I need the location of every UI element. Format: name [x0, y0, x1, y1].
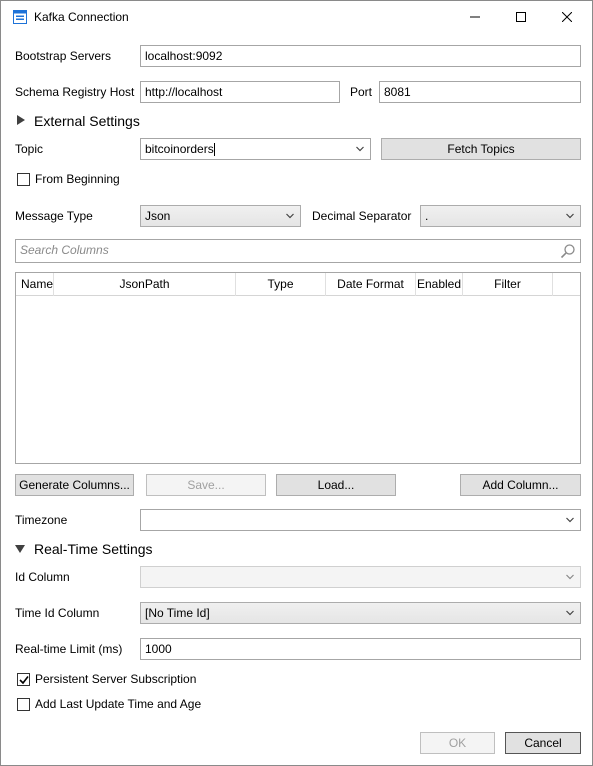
column-header-enabled[interactable]: Enabled: [416, 273, 463, 296]
column-header-jsonpath[interactable]: JsonPath: [54, 273, 236, 296]
chevron-down-icon[interactable]: [356, 146, 364, 152]
title-bar[interactable]: Kafka Connection: [1, 1, 592, 33]
time-id-column-value: [No Time Id]: [145, 606, 210, 620]
decimal-separator-value: .: [425, 209, 429, 223]
persistent-subscription-label: Persistent Server Subscription: [35, 672, 197, 686]
columns-grid[interactable]: Name JsonPath Type Date Format Enabled F…: [15, 272, 581, 464]
real-time-limit-label: Real-time Limit (ms): [15, 642, 123, 656]
expand-right-icon[interactable]: [16, 115, 26, 125]
kafka-connection-dialog: Kafka Connection Bootstrap Servers local…: [0, 0, 593, 766]
save-button[interactable]: Save...: [146, 474, 266, 496]
persistent-subscription-checkbox[interactable]: [17, 673, 30, 686]
search-columns-placeholder: Search Columns: [20, 243, 109, 257]
grid-header: Name JsonPath Type Date Format Enabled F…: [16, 273, 580, 296]
checkmark-icon: [19, 676, 29, 685]
column-header-type[interactable]: Type: [236, 273, 326, 296]
text-caret: [213, 143, 215, 157]
column-header-filter[interactable]: Filter: [463, 273, 553, 296]
real-time-settings-header[interactable]: Real-Time Settings: [34, 541, 153, 557]
add-last-update-label: Add Last Update Time and Age: [35, 697, 202, 711]
maximize-button[interactable]: [498, 1, 544, 33]
chevron-down-icon: [286, 213, 294, 219]
message-type-combobox[interactable]: Json: [140, 205, 301, 227]
from-beginning-label: From Beginning: [35, 172, 120, 186]
port-label: Port: [350, 85, 373, 99]
minimize-icon: [470, 16, 480, 18]
timezone-label: Timezone: [15, 513, 68, 527]
topic-value: bitcoinorders: [145, 142, 214, 156]
time-id-column-label: Time Id Column: [15, 606, 100, 620]
column-header-name[interactable]: Name: [16, 273, 54, 296]
message-type-value: Json: [145, 209, 171, 223]
close-button[interactable]: [544, 1, 590, 33]
topic-combobox[interactable]: bitcoinorders: [140, 138, 371, 160]
search-columns-field[interactable]: Search Columns: [15, 239, 581, 263]
column-header-date-format[interactable]: Date Format: [326, 273, 416, 296]
real-time-limit-input[interactable]: 1000: [140, 638, 581, 660]
add-last-update-checkbox[interactable]: [17, 698, 30, 711]
from-beginning-checkbox[interactable]: [17, 173, 30, 186]
port-input[interactable]: 8081: [379, 81, 581, 103]
cancel-button[interactable]: Cancel: [505, 732, 581, 754]
search-icon: [560, 244, 575, 259]
search-button[interactable]: [558, 242, 578, 260]
decimal-separator-combobox[interactable]: .: [420, 205, 581, 227]
add-column-button[interactable]: Add Column...: [460, 474, 581, 496]
time-id-column-combobox[interactable]: [No Time Id]: [140, 602, 581, 624]
fetch-topics-button[interactable]: Fetch Topics: [381, 138, 581, 160]
id-column-label: Id Column: [15, 570, 70, 584]
external-settings-header[interactable]: External Settings: [34, 113, 140, 129]
chevron-down-icon[interactable]: [566, 517, 574, 523]
minimize-button[interactable]: [452, 1, 498, 33]
schema-registry-host-label: Schema Registry Host: [15, 85, 135, 99]
generate-columns-button[interactable]: Generate Columns...: [15, 474, 134, 496]
collapse-down-icon[interactable]: [15, 544, 25, 554]
close-icon: [562, 12, 572, 22]
chevron-down-icon: [566, 610, 574, 616]
schema-registry-host-input[interactable]: http://localhost: [140, 81, 340, 103]
ok-button[interactable]: OK: [420, 732, 495, 754]
decimal-separator-label: Decimal Separator: [312, 209, 412, 223]
timezone-combobox[interactable]: [140, 509, 581, 531]
window-title: Kafka Connection: [34, 10, 129, 24]
load-button[interactable]: Load...: [276, 474, 396, 496]
bootstrap-servers-input[interactable]: localhost:9092: [140, 45, 581, 67]
id-column-combobox[interactable]: [140, 566, 581, 588]
chevron-down-icon: [566, 213, 574, 219]
chevron-down-icon: [566, 574, 574, 580]
app-icon: [13, 10, 27, 24]
bootstrap-servers-label: Bootstrap Servers: [15, 49, 112, 63]
message-type-label: Message Type: [15, 209, 93, 223]
topic-label: Topic: [15, 142, 44, 156]
maximize-icon: [516, 12, 526, 22]
